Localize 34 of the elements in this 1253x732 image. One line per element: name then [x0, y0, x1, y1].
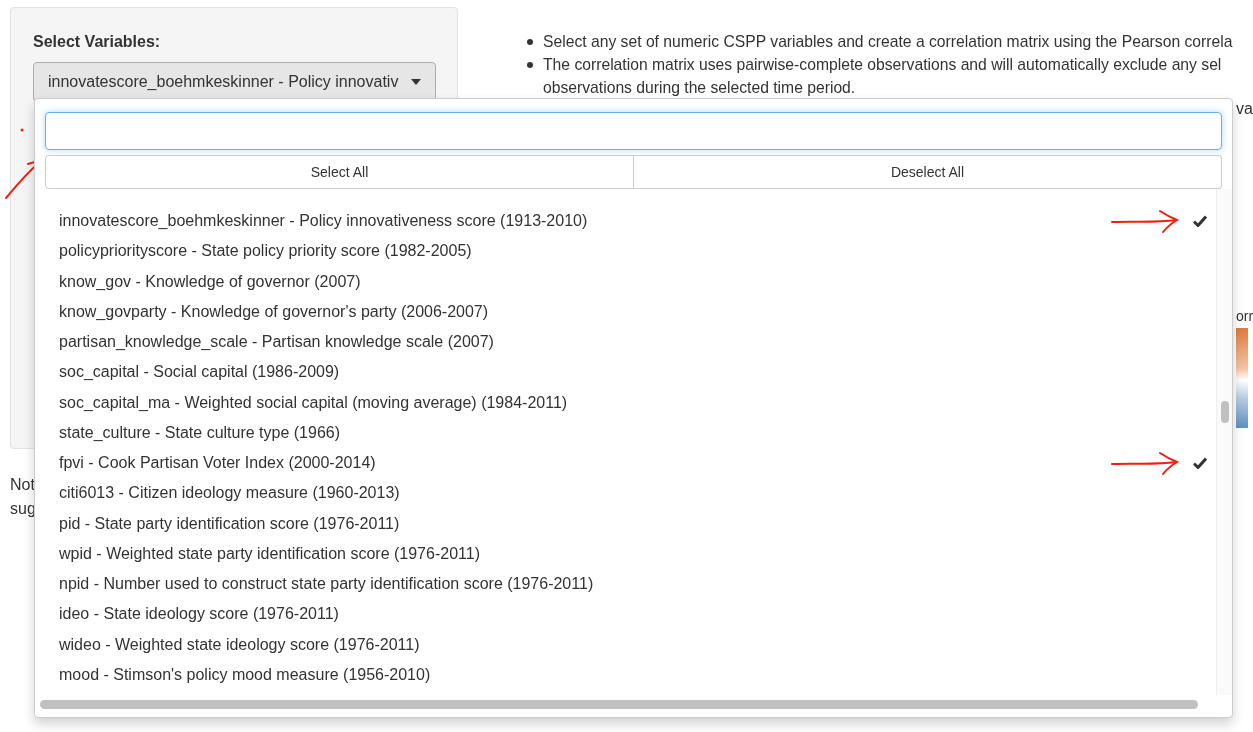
option-item[interactable]: know_govparty - Knowledge of governor's party (2006-2007): [35, 296, 1216, 327]
option-item[interactable]: ideo - State ideology score (1976-2011): [35, 599, 1216, 630]
field-label: Select Variables:: [33, 32, 161, 52]
option-item[interactable]: state_culture - State culture type (1966): [35, 417, 1216, 448]
description-text: va: [1236, 100, 1253, 118]
option-item[interactable]: fpvi - Cook Partisan Voter Index (2000-2014): [35, 448, 1216, 479]
annotation-arrow-icon: [1110, 209, 1180, 233]
option-item[interactable]: wpid - Weighted state party identification score (1976-2011): [35, 538, 1216, 569]
bullet-text: The correlation matrix uses pairwise-complete observations and will automatically exclude any sel observations during the selected time period.: [543, 55, 1222, 98]
bullet-icon: [527, 39, 533, 45]
legend-title: orr: [1236, 308, 1253, 324]
bullet-icon: [527, 62, 533, 68]
option-item[interactable]: partisan_knowledge_scale - Partisan knowledge scale (2007): [35, 327, 1216, 358]
annotation-dot-icon: [20, 128, 24, 132]
option-item[interactable]: citi6013 - Citizen ideology measure (1960-2013): [35, 478, 1216, 509]
option-item[interactable]: pid - State party identification score (1976-2011): [35, 508, 1216, 539]
search-field[interactable]: [45, 112, 1222, 150]
bullet-text: Select any set of numeric CSPP variables and create a correlation matrix using the Pearson correla: [543, 32, 1233, 52]
variable-dropdown[interactable]: innovatescore_boehmkeskinner - Policy innovativ: [33, 62, 436, 102]
option-item[interactable]: know_gov - Knowledge of governor (2007): [35, 266, 1216, 297]
scrollbar-thumb[interactable]: [1221, 401, 1229, 423]
option-item[interactable]: soc_capital - Social capital (1986-2009): [35, 357, 1216, 388]
select-button[interactable]: Deselect All: [634, 155, 1222, 189]
caret-icon: [411, 79, 421, 85]
note-text: Not: [10, 475, 35, 495]
option-item[interactable]: policypriorityscore - State policy priority score (1982-2005): [35, 236, 1216, 267]
option-item[interactable]: wideo - Weighted state ideology score (1976-2011): [35, 629, 1216, 660]
option-item[interactable]: npid - Number used to construct state party identification score (1976-2011): [35, 569, 1216, 600]
option-item[interactable]: mood - Stimson's policy mood measure (1956-2010): [35, 659, 1216, 690]
annotation-arrow-icon: [1110, 451, 1180, 475]
scrollbar-thumb[interactable]: [40, 699, 1198, 709]
option-item[interactable]: soc_capital_ma - Weighted social capital (moving average) (1984-2011): [35, 387, 1216, 418]
option-item[interactable]: innovatescore_boehmkeskinner - Policy innovativeness score (1913-2010): [35, 206, 1216, 237]
select-button[interactable]: Select All: [45, 155, 634, 189]
